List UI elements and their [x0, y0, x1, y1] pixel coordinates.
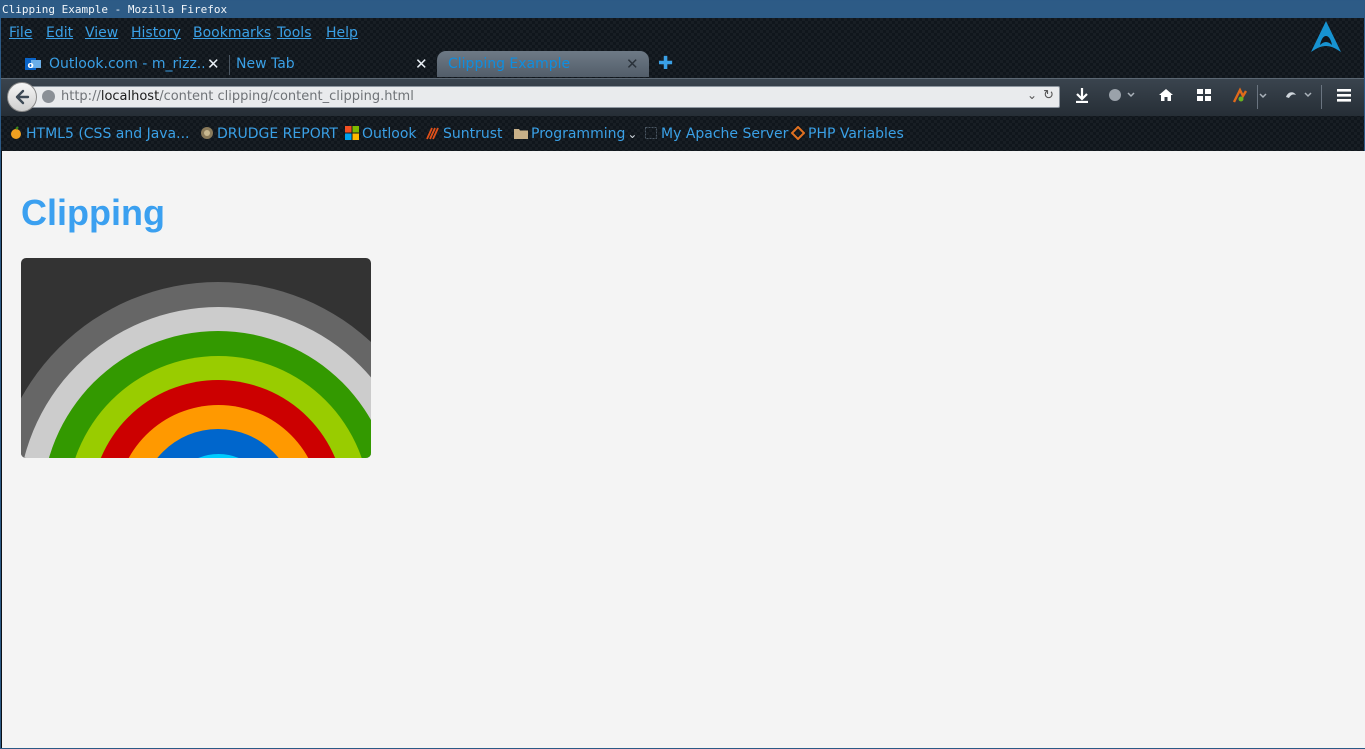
new-tab-button[interactable]: ✚ [658, 53, 673, 74]
tab-new-tab[interactable]: New Tab ✕ [236, 51, 432, 77]
addon-menu-icon[interactable] [1107, 87, 1139, 107]
svg-text:o: o [28, 61, 34, 71]
reload-icon[interactable]: ↻ [1043, 88, 1054, 103]
tab-label: Outlook.com - m_rizz... [49, 56, 204, 72]
bookmark-label: HTML5 (CSS and Java... [26, 126, 190, 142]
back-button[interactable] [7, 82, 37, 112]
navigation-toolbar: http://localhost/content clipping/conten… [1, 78, 1364, 116]
bookmark-label: PHP Variables [808, 126, 904, 142]
tab-label: New Tab [236, 56, 295, 72]
window-titlebar: Clipping Example - Mozilla Firefox [1, 1, 1364, 18]
page-content: Clipping [2, 151, 1365, 748]
menu-file[interactable]: File [9, 25, 32, 41]
hamburger-menu-icon[interactable] [1334, 87, 1354, 107]
bookmark-label: My Apache Server [661, 126, 789, 142]
code-icon [791, 126, 805, 140]
bookmark-html5[interactable]: HTML5 (CSS and Java... [9, 126, 190, 142]
toolbar-divider [1321, 85, 1322, 109]
bookmark-outlook[interactable]: Outlook [345, 126, 417, 142]
back-arrow-icon [15, 89, 30, 105]
page-icon [645, 127, 657, 139]
firebug-icon[interactable] [1231, 87, 1273, 107]
close-icon[interactable]: ✕ [415, 51, 428, 77]
menu-tools[interactable]: Tools [277, 25, 312, 41]
url-text: http://localhost/content clipping/conten… [61, 89, 414, 104]
toolbar-divider [1257, 85, 1258, 109]
globe-icon [42, 90, 55, 103]
bookmark-label: Suntrust [443, 126, 503, 142]
close-icon[interactable]: ✕ [207, 51, 220, 77]
tab-outlook[interactable]: o Outlook.com - m_rizz... ✕ [23, 51, 223, 77]
windows-logo-icon [345, 126, 359, 140]
download-icon[interactable] [1072, 87, 1092, 107]
extension-icon[interactable] [1283, 87, 1317, 107]
bookmark-php-variables[interactable]: PHP Variables [791, 126, 904, 142]
browser-chrome: File Edit View History Bookmarks Tools H… [1, 18, 1364, 151]
window-title: Clipping Example - Mozilla Firefox [2, 3, 228, 16]
close-icon[interactable]: ✕ [626, 51, 639, 77]
bookmark-label: Outlook [362, 126, 417, 142]
menu-edit[interactable]: Edit [46, 25, 73, 41]
menu-help[interactable]: Help [326, 25, 358, 41]
bookmark-label: DRUDGE REPORT [217, 126, 338, 142]
outlook-icon: o [25, 58, 41, 71]
synced-tabs-icon[interactable] [1194, 87, 1214, 107]
bookmark-my-apache-server[interactable]: My Apache Server [644, 126, 788, 142]
url-scheme: http:// [61, 89, 101, 104]
drudge-icon [201, 127, 213, 139]
url-host: localhost [100, 89, 160, 104]
suntrust-icon [426, 127, 439, 140]
clipped-rings-box [21, 258, 371, 458]
fruit-icon [11, 126, 21, 139]
page-heading: Clipping [21, 192, 165, 233]
bookmark-suntrust[interactable]: Suntrust [426, 126, 503, 142]
bookmark-folder-programming[interactable]: Programming ⌄ [514, 126, 637, 142]
tab-divider [229, 55, 230, 75]
menu-bar: File Edit View History Bookmarks Tools H… [1, 18, 1364, 52]
menu-bookmarks[interactable]: Bookmarks [193, 25, 271, 41]
bookmark-label: Programming [531, 126, 626, 142]
url-bar[interactable]: http://localhost/content clipping/conten… [31, 86, 1060, 108]
bookmarks-toolbar: HTML5 (CSS and Java... DRUDGE REPORT Out… [1, 115, 1364, 151]
history-dropdown-icon[interactable]: ⌄ [1027, 88, 1037, 102]
url-path: /content clipping/content_clipping.html [159, 89, 414, 104]
menu-history[interactable]: History [131, 25, 181, 41]
tab-label: Clipping Example [448, 56, 571, 72]
bookmark-drudge-report[interactable]: DRUDGE REPORT [200, 126, 338, 142]
folder-icon [514, 129, 528, 139]
tab-clipping-example[interactable]: Clipping Example ✕ [437, 51, 649, 77]
home-icon[interactable] [1156, 87, 1176, 107]
tab-bar: o Outlook.com - m_rizz... ✕ New Tab ✕ Cl… [1, 49, 1364, 78]
menu-view[interactable]: View [85, 25, 118, 41]
browser-window: Clipping Example - Mozilla Firefox File … [0, 0, 1365, 749]
chevron-down-icon: ⌄ [627, 127, 638, 141]
